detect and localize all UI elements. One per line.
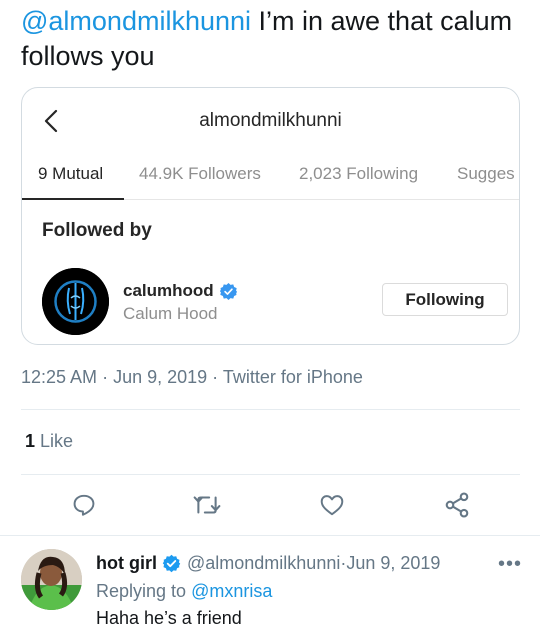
tweet-text: @almondmilkhunni I’m in awe that calum f… xyxy=(21,4,521,74)
reply-text: Haha he’s a friend xyxy=(96,608,242,628)
tab-mutual: 9 Mutual xyxy=(38,164,104,183)
retweet-icon xyxy=(193,496,221,514)
tweet-action-bar xyxy=(0,488,540,522)
following-button[interactable]: Following xyxy=(382,283,508,316)
calumhood-handle[interactable]: calumhood xyxy=(123,281,237,301)
calumhood-avatar xyxy=(42,268,109,335)
reply-separator xyxy=(0,535,540,536)
active-tab-indicator xyxy=(22,198,124,200)
likes-number: 1 xyxy=(25,431,36,451)
instagram-header: almondmilkhunni xyxy=(22,88,519,154)
instagram-profile-username: almondmilkhunni xyxy=(199,110,342,131)
follower-handle-text: calumhood xyxy=(123,281,214,300)
more-options-icon[interactable]: ••• xyxy=(498,553,522,576)
verified-badge-icon xyxy=(162,554,181,573)
divider xyxy=(21,474,520,475)
like-button[interactable] xyxy=(316,488,348,522)
reply-header: hot girl @almondmilkhunni · Jun 9, 2019 xyxy=(96,553,440,574)
reply-icon xyxy=(73,494,95,516)
divider xyxy=(21,409,520,410)
likes-count[interactable]: 1 Like xyxy=(25,431,73,452)
follower-full-name: Calum Hood xyxy=(123,304,218,323)
meta-separator: · xyxy=(207,367,223,387)
embedded-instagram-screenshot[interactable]: almondmilkhunni 9 Mutual 44.9K Followers… xyxy=(21,87,520,345)
tweet-time[interactable]: 12:25 AM xyxy=(21,367,97,387)
tweet-meta: 12:25 AM · Jun 9, 2019 · Twitter for iPh… xyxy=(21,367,363,388)
reply-author-handle[interactable]: @almondmilkhunni xyxy=(187,553,340,574)
reply-author-avatar[interactable] xyxy=(21,549,82,610)
likes-label: Like xyxy=(35,431,74,451)
avatar-photo xyxy=(21,549,82,610)
tweet-source[interactable]: Twitter for iPhone xyxy=(223,367,363,387)
retweet-button[interactable] xyxy=(191,488,223,522)
tweet-mention-link[interactable]: @almondmilkhunni xyxy=(21,6,251,36)
reply-button[interactable] xyxy=(68,488,100,522)
meta-separator: · xyxy=(97,367,114,387)
verified-badge-icon xyxy=(219,282,237,300)
replying-prefix: Replying to xyxy=(96,581,192,601)
reply-date[interactable]: Jun 9, 2019 xyxy=(346,553,440,574)
replying-to-mention-link[interactable]: @mxnrisa xyxy=(191,581,272,601)
tab-followers: 44.9K Followers xyxy=(139,164,261,183)
tweet-date[interactable]: Jun 9, 2019 xyxy=(113,367,207,387)
followed-by-heading: Followed by xyxy=(42,220,152,241)
heart-icon xyxy=(320,495,344,516)
share-button[interactable] xyxy=(441,488,473,522)
replying-to: Replying to @mxnrisa xyxy=(96,581,272,602)
calumhood-logo-icon xyxy=(42,268,109,335)
instagram-tabs: 9 Mutual 44.9K Followers 2,023 Following… xyxy=(22,154,519,200)
reply-author-name[interactable]: hot girl xyxy=(96,553,157,574)
share-icon xyxy=(445,492,469,518)
tab-suggested: Sugges xyxy=(457,164,515,183)
tab-following: 2,023 Following xyxy=(299,164,419,183)
